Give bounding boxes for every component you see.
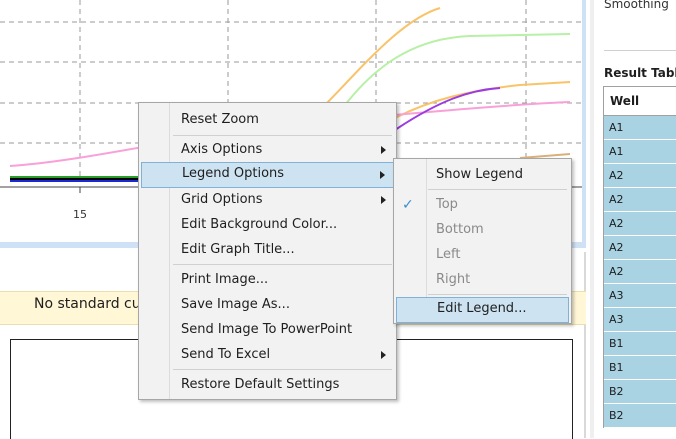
menu-item-show-legend[interactable]: Show Legend xyxy=(396,163,569,187)
table-row[interactable]: A3 xyxy=(604,308,676,332)
menu-item-legend-options[interactable]: Legend Options xyxy=(141,162,394,188)
table-header-well[interactable]: Well xyxy=(604,87,676,116)
menu-item-legend-bottom[interactable]: Bottom xyxy=(396,218,569,242)
menu-item-restore-default-settings[interactable]: Restore Default Settings xyxy=(141,373,394,397)
submenu-arrow-icon xyxy=(380,171,385,179)
menu-item-axis-options[interactable]: Axis Options xyxy=(141,138,394,162)
menu-item-label: Top xyxy=(436,197,458,212)
legend-options-submenu: Show Legend ✓ Top Bottom Left Right Edit… xyxy=(393,158,572,324)
result-table-title: Result Table xyxy=(604,66,676,80)
menu-item-save-image-as[interactable]: Save Image As... xyxy=(141,293,394,317)
x-tick-label: 15 xyxy=(73,208,87,221)
menu-item-send-to-excel[interactable]: Send To Excel xyxy=(141,343,394,367)
menu-item-edit-background-color[interactable]: Edit Background Color... xyxy=(141,213,394,237)
menu-separator xyxy=(173,135,392,136)
table-row[interactable]: A2 xyxy=(604,164,676,188)
menu-item-print-image[interactable]: Print Image... xyxy=(141,268,394,292)
chart-frame xyxy=(582,0,586,246)
table-body: A1 A1 A2 A2 A2 A2 A2 A3 A3 B1 B1 B2 B2 xyxy=(604,116,676,428)
menu-item-legend-top[interactable]: ✓ Top xyxy=(396,193,569,217)
table-row[interactable]: B2 xyxy=(604,380,676,404)
no-standard-curve-message: No standard cu xyxy=(34,296,141,312)
table-row[interactable]: A1 xyxy=(604,140,676,164)
submenu-arrow-icon xyxy=(381,351,386,359)
menu-separator xyxy=(428,294,567,295)
menu-item-legend-left[interactable]: Left xyxy=(396,243,569,267)
table-row[interactable]: A2 xyxy=(604,212,676,236)
menu-item-send-image-to-powerpoint[interactable]: Send Image To PowerPoint xyxy=(141,318,394,342)
table-row[interactable]: B1 xyxy=(604,332,676,356)
table-row[interactable]: A1 xyxy=(604,116,676,140)
result-table[interactable]: Well A1 A1 A2 A2 A2 A2 A2 A3 A3 B1 B1 B2 B2 xyxy=(603,86,676,428)
menu-item-label: Legend Options xyxy=(182,166,285,181)
menu-separator xyxy=(173,264,392,265)
menu-item-label: Grid Options xyxy=(181,192,263,207)
menu-item-edit-legend[interactable]: Edit Legend... xyxy=(396,297,569,323)
menu-item-grid-options[interactable]: Grid Options xyxy=(141,188,394,212)
menu-item-edit-graph-title[interactable]: Edit Graph Title... xyxy=(141,238,394,262)
menu-item-label: Axis Options xyxy=(181,142,263,157)
menu-item-label: Send To Excel xyxy=(181,347,271,362)
menu-item-reset-zoom[interactable]: Reset Zoom xyxy=(141,108,394,132)
table-row[interactable]: A2 xyxy=(604,236,676,260)
smoothing-label: Smoothing xyxy=(604,0,669,11)
table-row[interactable]: B1 xyxy=(604,356,676,380)
table-row[interactable]: A2 xyxy=(604,260,676,284)
submenu-arrow-icon xyxy=(381,146,386,154)
check-icon: ✓ xyxy=(402,197,414,213)
graph-context-menu: Reset Zoom Axis Options Legend Options G… xyxy=(138,102,397,400)
table-row[interactable]: A2 xyxy=(604,188,676,212)
table-row[interactable]: A3 xyxy=(604,284,676,308)
menu-separator xyxy=(428,189,567,190)
submenu-arrow-icon xyxy=(381,196,386,204)
series-curve xyxy=(394,87,501,131)
table-row[interactable]: B2 xyxy=(604,404,676,428)
menu-separator xyxy=(173,369,392,370)
panel-border xyxy=(584,252,586,438)
divider xyxy=(604,50,676,51)
series-curve xyxy=(319,7,441,111)
menu-item-legend-right[interactable]: Right xyxy=(396,268,569,292)
